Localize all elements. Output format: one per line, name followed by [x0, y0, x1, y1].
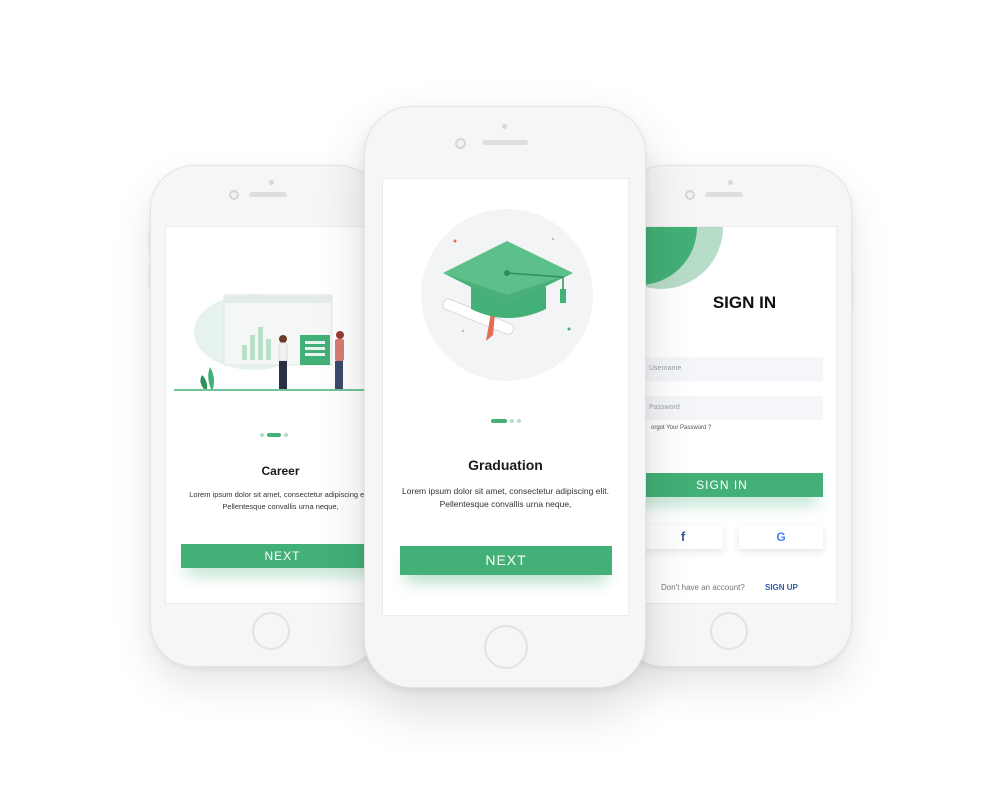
- page-dot-active: [267, 433, 281, 437]
- front-camera-icon: [455, 138, 466, 149]
- volume-button: [148, 266, 151, 288]
- phone-signin: SIGN IN Username Password orgot Your Pas…: [620, 165, 854, 667]
- sensor-dot: [502, 124, 507, 129]
- page-dot: [284, 433, 288, 437]
- earpiece-speaker: [705, 192, 743, 197]
- home-button[interactable]: [252, 612, 290, 650]
- google-button[interactable]: G: [739, 525, 823, 549]
- signup-link[interactable]: SIGN UP: [765, 583, 798, 592]
- page-title: Career: [261, 464, 300, 478]
- password-field[interactable]: Password: [621, 396, 823, 420]
- page-description: Lorem ipsum dolor sit amet, consectetur …: [383, 485, 628, 511]
- home-button[interactable]: [710, 612, 748, 650]
- description-line: Pellentesque convallis urna neque,: [222, 501, 339, 511]
- graduation-illustration: [421, 209, 593, 381]
- description-line: Lorem ipsum dolor sit amet, consectetur …: [402, 486, 609, 496]
- screen-career: Career Lorem ipsum dolor sit amet, conse…: [165, 226, 383, 604]
- username-field[interactable]: Username: [621, 357, 823, 381]
- sensor-dot: [269, 180, 274, 185]
- next-button[interactable]: NEXT: [400, 546, 612, 575]
- phone-graduation: Graduation Lorem ipsum dolor sit amet, c…: [364, 106, 646, 688]
- power-button: [851, 270, 854, 308]
- screen-signin: SIGN IN Username Password orgot Your Pas…: [621, 226, 837, 604]
- signin-button[interactable]: SIGN IN: [621, 473, 823, 497]
- google-icon: G: [776, 530, 786, 544]
- home-button[interactable]: [484, 625, 528, 669]
- no-account-text: Don't have an account?: [661, 583, 745, 592]
- phone-career: Career Lorem ipsum dolor sit amet, conse…: [148, 165, 383, 667]
- signin-title: SIGN IN: [712, 293, 777, 312]
- career-illustration: [174, 294, 376, 391]
- page-dot-active: [491, 419, 507, 423]
- screen-graduation: Graduation Lorem ipsum dolor sit amet, c…: [382, 178, 629, 616]
- volume-button: [148, 230, 151, 252]
- earpiece-speaker: [249, 192, 287, 197]
- facebook-button[interactable]: f: [643, 525, 723, 549]
- page-dot: [517, 419, 521, 423]
- front-camera-icon: [229, 190, 239, 200]
- facebook-icon: f: [680, 529, 686, 544]
- sensor-dot: [728, 180, 733, 185]
- description-line: Lorem ipsum dolor sit amet, consectetur …: [189, 490, 372, 499]
- decorative-circles: [621, 227, 723, 289]
- page-dot: [260, 433, 264, 437]
- page-dot: [510, 419, 514, 423]
- forgot-password-link[interactable]: orgot Your Password ?: [651, 425, 711, 431]
- page-title: Graduation: [468, 457, 543, 473]
- description-line: Pellentesque convallis urna neque,: [439, 499, 572, 510]
- earpiece-speaker: [482, 140, 528, 145]
- next-button[interactable]: NEXT: [181, 544, 383, 568]
- page-description: Lorem ipsum dolor sit amet, consectetur …: [166, 489, 383, 512]
- front-camera-icon: [685, 190, 695, 200]
